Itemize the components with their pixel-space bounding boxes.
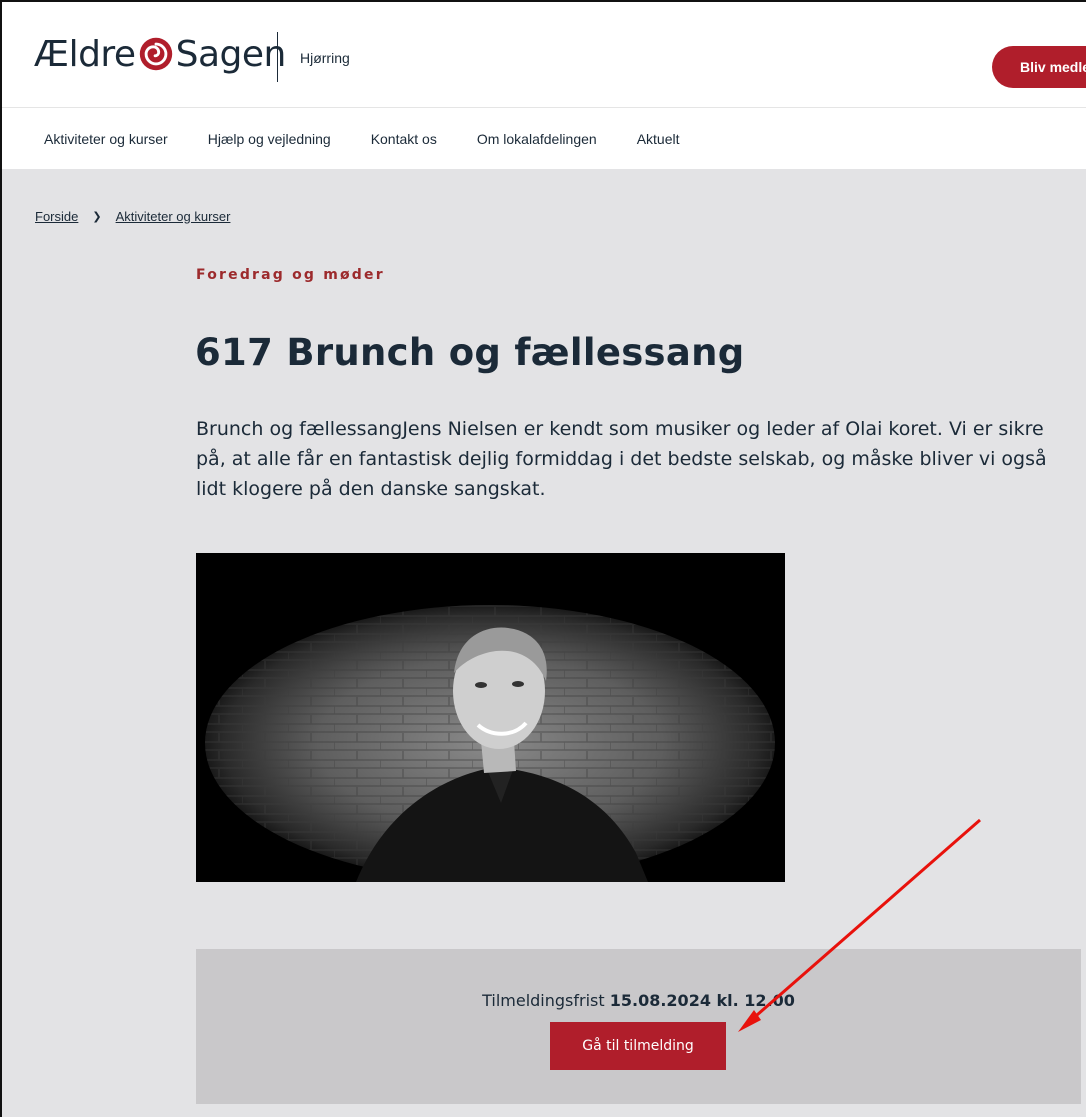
deadline-label: Tilmeldingsfrist (482, 991, 605, 1010)
swirl-logo-icon (139, 37, 172, 71)
event-photo (196, 553, 785, 882)
go-to-signup-button[interactable]: Gå til tilmelding (550, 1022, 726, 1070)
event-category: Foredrag og møder (196, 267, 385, 283)
main-content: Forside ❯ Aktiviteter og kurser Foredrag… (2, 169, 1086, 1117)
become-member-button[interactable]: Bliv medle (992, 46, 1086, 88)
nav-item-help[interactable]: Hjælp og vejledning (208, 131, 331, 147)
logo-divider (277, 32, 278, 82)
page-title: 617 Brunch og fællessang (195, 331, 745, 374)
signup-panel: Tilmeldingsfrist 15.08.2024 kl. 12.00 Gå… (196, 949, 1081, 1104)
site-header: Ældre Sagen Hjørring Bliv medle (2, 2, 1086, 108)
nav-item-news[interactable]: Aktuelt (637, 131, 680, 147)
logo[interactable]: Ældre Sagen (34, 28, 286, 80)
nav-item-about[interactable]: Om lokalafdelingen (477, 131, 597, 147)
nav-item-contact[interactable]: Kontakt os (371, 131, 437, 147)
breadcrumb-home[interactable]: Forside (35, 209, 78, 224)
signup-deadline: Tilmeldingsfrist 15.08.2024 kl. 12.00 (196, 991, 1081, 1010)
page: Ældre Sagen Hjørring Bliv medle Aktivite… (0, 0, 1086, 1117)
nav-item-activities[interactable]: Aktiviteter og kurser (44, 131, 168, 147)
logo-text-right: Sagen (175, 33, 287, 75)
branch-name: Hjørring (300, 50, 350, 66)
chevron-right-icon: ❯ (92, 211, 102, 223)
breadcrumb: Forside ❯ Aktiviteter og kurser (35, 209, 230, 224)
main-nav: Aktiviteter og kurser Hjælp og vejlednin… (2, 109, 1086, 169)
breadcrumb-activities[interactable]: Aktiviteter og kurser (116, 209, 231, 224)
deadline-value: 15.08.2024 kl. 12.00 (609, 991, 795, 1010)
portrait-image (196, 553, 785, 882)
logo-text-left: Ældre (34, 33, 136, 75)
event-description: Brunch og fællessangJens Nielsen er kend… (196, 418, 1047, 500)
